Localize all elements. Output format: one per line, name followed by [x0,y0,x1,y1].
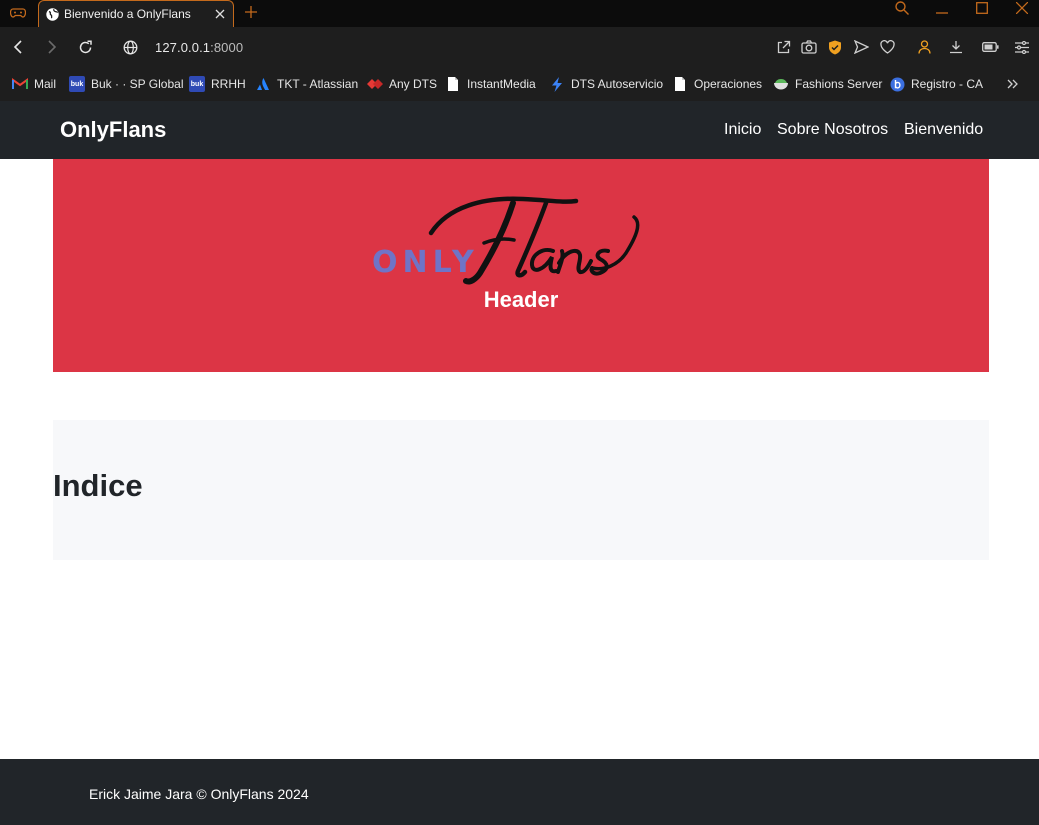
bookmark-operaciones[interactable]: Operaciones [672,74,762,94]
site-navbar: OnlyFlans Inicio Sobre Nosotros Bienveni… [0,101,1039,159]
more-bookmarks-chevron-icon[interactable] [1007,74,1019,94]
close-icon[interactable] [211,5,229,23]
camera-icon[interactable] [800,38,818,56]
bookmark-any-dts[interactable]: Any DTS [367,74,437,94]
gamepad-icon[interactable] [6,3,30,23]
bookmark-tkt-atlassian[interactable]: TKT - Atlassian [255,74,358,94]
bolt-icon [549,76,565,92]
site-info-globe-icon[interactable] [120,37,140,57]
nav-link-inicio[interactable]: Inicio [724,121,761,139]
forward-arrow-icon[interactable] [42,37,62,57]
minimize-icon[interactable] [922,0,962,16]
bowl-icon [773,76,789,92]
bookmark-buk-sp-global[interactable]: buk Buk · · SP Global [69,74,183,94]
page-icon [672,76,688,92]
hero-title: Header [483,287,559,312]
bookmark-mail[interactable]: Mail [12,74,56,94]
share-icon[interactable] [774,38,792,56]
nav-link-bienvenido[interactable]: Bienvenido [904,121,983,139]
bookmarks-bar: Mail buk Buk · · SP Global buk RRHH TKT … [0,68,1039,101]
heart-icon[interactable] [878,38,896,56]
url-port: :8000 [210,40,244,55]
site-footer: Erick Jaime Jara © OnlyFlans 2024 [0,759,1039,825]
maximize-icon[interactable] [962,0,1002,16]
logo-flans-script [428,196,640,285]
globe-favicon-icon [46,7,59,21]
gmail-icon [12,76,28,92]
profile-icon[interactable] [915,38,933,56]
index-title: Indice [53,468,143,503]
nav-link-sobre-nosotros[interactable]: Sobre Nosotros [777,121,888,139]
shield-adblock-icon[interactable] [826,38,844,56]
buk-icon: buk [189,76,205,92]
window-close-icon[interactable] [1002,0,1039,16]
url-field[interactable]: 127.0.0.1:8000 [155,40,243,55]
url-host: 127.0.0.1 [155,40,211,55]
tab-active[interactable]: Bienvenido a OnlyFlans [38,0,234,27]
index-section: Indice [53,420,989,560]
anydts-icon [367,76,383,92]
download-icon[interactable] [947,38,965,56]
bookmark-registro-ca[interactable]: Registro - CA [889,74,983,94]
battery-icon[interactable] [981,38,999,56]
hero-header-banner: ONLY Header [53,159,989,372]
search-icon[interactable] [882,0,922,16]
send-icon[interactable] [852,38,870,56]
web-page: OnlyFlans Inicio Sobre Nosotros Bienveni… [0,101,1039,825]
settings-sliders-icon[interactable] [1013,38,1031,56]
page-icon [445,76,461,92]
bookmark-rrhh[interactable]: buk RRHH [189,74,246,94]
navbar-brand[interactable]: OnlyFlans [60,117,166,143]
bookmark-dts-autoservicio[interactable]: DTS Autoservicio [549,74,663,94]
tab-title: Bienvenido a OnlyFlans [64,7,191,21]
b-circle-icon [889,76,905,92]
browser-address-bar: 127.0.0.1:8000 [0,27,1039,68]
bookmark-fashions-server[interactable]: Fashions Server [773,74,882,94]
atlassian-icon [255,76,271,92]
bookmark-instantmedia[interactable]: InstantMedia [445,74,536,94]
footer-text: Erick Jaime Jara © OnlyFlans 2024 [89,786,309,802]
new-tab-plus-icon[interactable] [241,2,261,22]
buk-icon: buk [69,76,85,92]
browser-tab-bar: Bienvenido a OnlyFlans [0,0,1039,27]
back-arrow-icon[interactable] [8,37,28,57]
reload-icon[interactable] [75,37,95,57]
